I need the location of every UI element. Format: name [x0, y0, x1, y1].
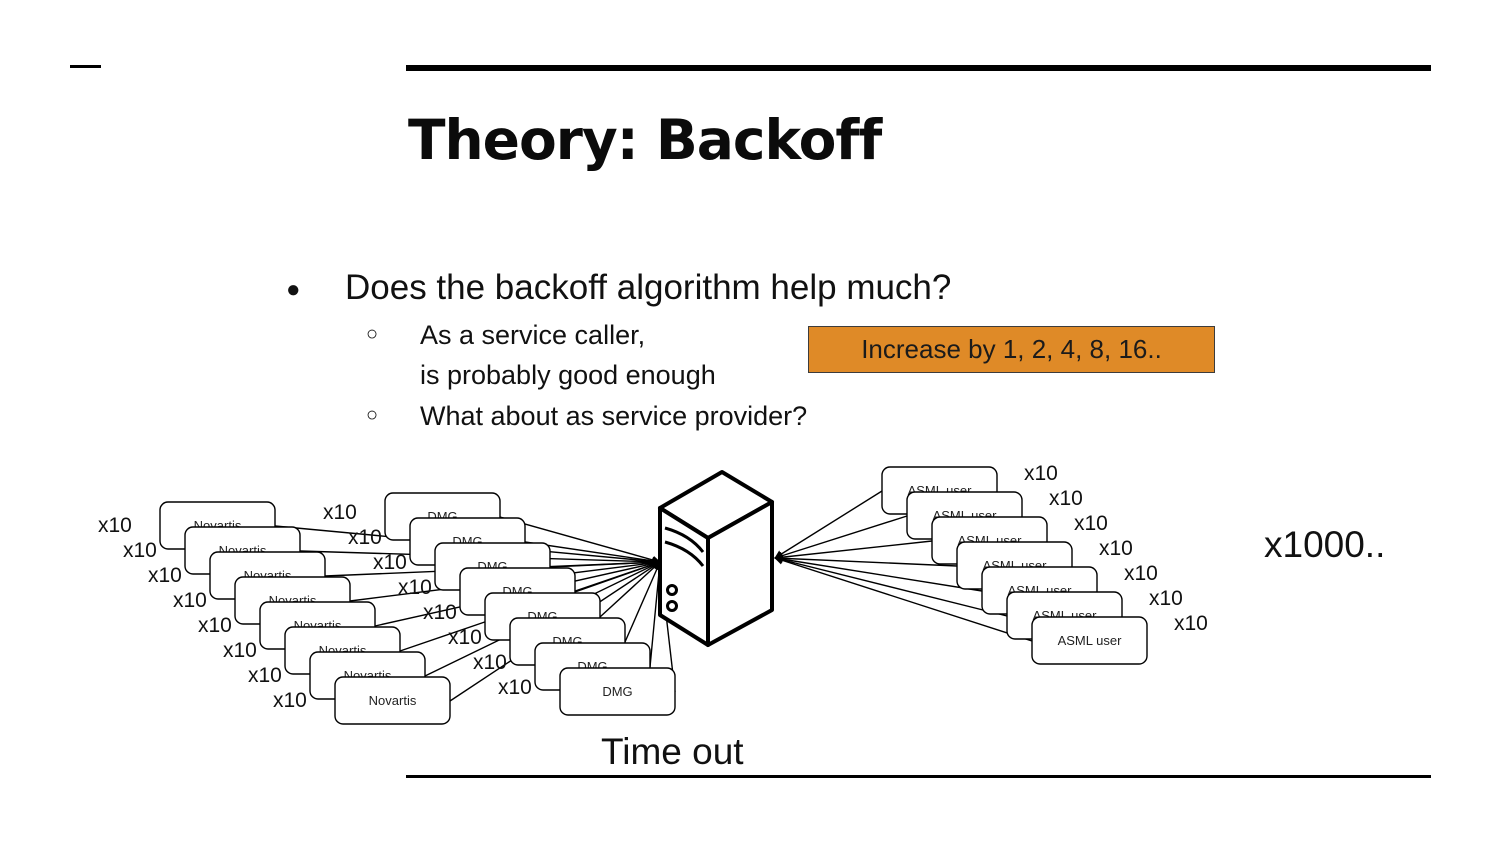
novartis-box-label: Novartis — [369, 693, 417, 708]
asml-user-box-label: ASML user — [1058, 633, 1122, 648]
dmg-multiplier-label: x10 — [498, 676, 532, 699]
asml-user-multiplier-label: x10 — [1049, 487, 1083, 510]
asml-user-multiplier-label: x10 — [1124, 562, 1158, 585]
novartis-multiplier-label: x10 — [173, 589, 207, 612]
novartis-multiplier-label: x10 — [223, 639, 257, 662]
asml-user-multiplier-label: x10 — [1074, 512, 1108, 535]
dmg-multiplier-label: x10 — [398, 576, 432, 599]
dmg-multiplier-label: x10 — [323, 501, 357, 524]
novartis-multiplier-label: x10 — [98, 514, 132, 537]
x1000-label: x1000.. — [1264, 524, 1386, 565]
novartis-multiplier-label: x10 — [248, 664, 282, 687]
asml-user-multiplier-label: x10 — [1024, 462, 1058, 485]
asml-user-connector — [774, 515, 908, 560]
asml-user-client-box: ASML user — [1031, 616, 1148, 665]
server-tower-icon — [658, 470, 774, 647]
traffic-diagram: Novartisx10Novartisx10Novartisx10Novarti… — [98, 462, 1208, 725]
novartis-multiplier-label: x10 — [123, 539, 157, 562]
dmg-connector — [599, 561, 661, 618]
dmg-box-label: DMG — [602, 684, 632, 699]
novartis-multiplier-label: x10 — [273, 689, 307, 712]
bottom-rule — [406, 775, 1431, 778]
dmg-multiplier-label: x10 — [448, 626, 482, 649]
novartis-multiplier-label: x10 — [148, 564, 182, 587]
novartis-client-box: Novartis — [334, 676, 451, 725]
dmg-client-box: DMG — [559, 667, 676, 716]
dmg-multiplier-label: x10 — [373, 551, 407, 574]
novartis-multiplier-label: x10 — [198, 614, 232, 637]
asml-user-multiplier-label: x10 — [1149, 587, 1183, 610]
dmg-multiplier-label: x10 — [348, 526, 382, 549]
dmg-multiplier-label: x10 — [473, 651, 507, 674]
timeout-label: Time out — [601, 731, 744, 772]
asml-user-multiplier-label: x10 — [1174, 612, 1208, 635]
dmg-multiplier-label: x10 — [423, 601, 457, 624]
asml-user-multiplier-label: x10 — [1099, 537, 1133, 560]
dmg-connector — [574, 560, 661, 593]
